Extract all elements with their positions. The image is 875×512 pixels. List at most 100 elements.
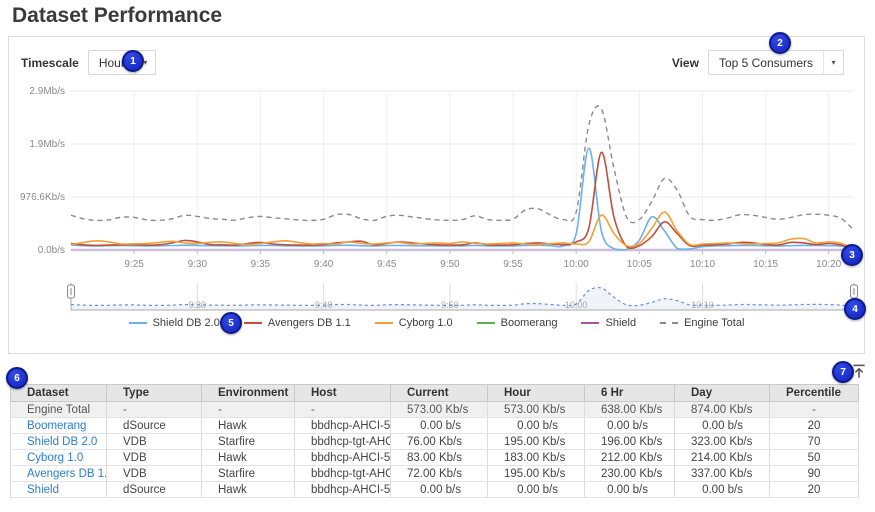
table-row: ShielddSourceHawkbbdhcp-AHCI-585...0.00 … (11, 482, 859, 498)
column-header-hour[interactable]: Hour (488, 385, 585, 402)
table-cell: 638.00 Kb/s (585, 402, 675, 418)
timescale-label: Timescale (21, 56, 79, 70)
table-row: Engine Total---573.00 Kb/s573.00 Kb/s638… (11, 402, 859, 418)
series-line-shield-db-2-0 (71, 148, 854, 250)
table-cell: bbdhcp-AHCI-585... (295, 482, 391, 498)
legend-swatch-boomerang (477, 322, 495, 324)
chevron-down-icon[interactable]: ▾ (823, 51, 843, 74)
table-cell: 50 (770, 450, 859, 466)
table-cell: Starfire (202, 466, 295, 482)
table-cell: dSource (107, 418, 202, 434)
table-cell: Shield DB 2.0 (11, 434, 107, 450)
dataset-link[interactable]: Cyborg 1.0 (27, 452, 83, 464)
table-cell: 196.00 Kb/s (585, 434, 675, 450)
table-cell: 195.00 Kb/s (488, 466, 585, 482)
table-cell: Cyborg 1.0 (11, 450, 107, 466)
legend-swatch-shield-db-2-0 (129, 322, 147, 324)
table-cell: 573.00 Kb/s (391, 402, 488, 418)
table-cell: 0.00 b/s (391, 418, 488, 434)
brush-handle-left[interactable] (68, 285, 75, 298)
table-cell: VDB (107, 466, 202, 482)
column-header-day[interactable]: Day (675, 385, 770, 402)
dataset-link[interactable]: Shield (27, 484, 59, 496)
legend-swatch-avengers-db-1-1 (244, 322, 262, 324)
table-cell: bbdhcp-AHCI-585... (295, 418, 391, 434)
table-cell: 0.00 b/s (675, 418, 770, 434)
legend-item-shield-db-2-0[interactable]: Shield DB 2.0 (129, 317, 220, 329)
x-axis-tick-label: 9:35 (251, 259, 271, 270)
legend-swatch-cyborg-1-0 (375, 322, 393, 324)
table-cell: - (295, 402, 391, 418)
table-cell: 337.00 Kb/s (675, 466, 770, 482)
legend-label: Shield (605, 317, 636, 329)
annotation-badge-7: 7 (832, 361, 854, 383)
legend-item-boomerang[interactable]: Boomerang (477, 317, 558, 329)
legend-swatch-shield (581, 322, 599, 324)
table-cell: 0.00 b/s (585, 418, 675, 434)
dataset-link[interactable]: Avengers DB 1.1 (27, 468, 107, 480)
column-header-host[interactable]: Host (295, 385, 391, 402)
table-cell: 0.00 b/s (391, 482, 488, 498)
table-cell: Boomerang (11, 418, 107, 434)
table-cell: VDB (107, 434, 202, 450)
x-axis-tick-label: 9:40 (314, 259, 334, 270)
view-dropdown[interactable]: Top 5 Consumers ▾ (708, 50, 844, 75)
dataset-link[interactable]: Shield DB 2.0 (27, 436, 97, 448)
table-cell: 20 (770, 418, 859, 434)
table-cell: Hawk (202, 418, 295, 434)
table-row: BoomerangdSourceHawkbbdhcp-AHCI-585...0.… (11, 418, 859, 434)
table-cell: 83.00 Kb/s (391, 450, 488, 466)
x-axis-tick-label: 10:00 (564, 259, 589, 270)
column-header-type[interactable]: Type (107, 385, 202, 402)
table-cell: 214.00 Kb/s (675, 450, 770, 466)
table-header: DatasetTypeEnvironmentHostCurrentHour6 H… (11, 385, 859, 402)
legend-label: Cyborg 1.0 (399, 317, 453, 329)
table-cell: - (202, 402, 295, 418)
legend-item-avengers-db-1-1[interactable]: Avengers DB 1.1 (244, 317, 351, 329)
column-header-current[interactable]: Current (391, 385, 488, 402)
annotation-badge-1: 1 (122, 50, 144, 72)
view-control: View Top 5 Consumers ▾ (672, 50, 844, 75)
y-axis-tick-label: 2.9Mb/s (29, 86, 65, 97)
dataset-link[interactable]: Boomerang (27, 420, 86, 432)
table-cell: 0.00 b/s (488, 418, 585, 434)
table-cell: 20 (770, 482, 859, 498)
annotation-badge-3: 3 (841, 244, 863, 266)
table-row: Cyborg 1.0VDBHawkbbdhcp-AHCI-585...83.00… (11, 450, 859, 466)
legend-item-engine-total[interactable]: Engine Total (660, 317, 744, 329)
series-line-avengers-db-1-1 (71, 152, 854, 248)
table-cell: 70 (770, 434, 859, 450)
column-header-environment[interactable]: Environment (202, 385, 295, 402)
view-label: View (672, 56, 699, 70)
table-cell: 0.00 b/s (585, 482, 675, 498)
column-header-percentile[interactable]: Percentile (770, 385, 859, 402)
overview-tick-label: 10:00 (565, 300, 588, 310)
x-axis-tick-label: 10:05 (627, 259, 652, 270)
page: Dataset Performance Timescale Hour ▾ Vie… (0, 0, 875, 512)
legend-label: Shield DB 2.0 (153, 317, 220, 329)
table-cell: 183.00 Kb/s (488, 450, 585, 466)
legend-swatch-engine-total (660, 322, 678, 324)
table-cell: Starfire (202, 434, 295, 450)
x-axis-tick-label: 9:25 (124, 259, 144, 270)
y-axis-tick-label: 1.9Mb/s (29, 139, 65, 150)
table-cell: 230.00 Kb/s (585, 466, 675, 482)
overview-brush-svg[interactable]: 9:309:409:5010:0010:10 (9, 280, 866, 316)
column-header-6-hr[interactable]: 6 Hr (585, 385, 675, 402)
x-axis-tick-label: 9:55 (503, 259, 523, 270)
view-selected-value: Top 5 Consumers (709, 56, 823, 70)
column-header-dataset[interactable]: Dataset (11, 385, 107, 402)
chart-panel: Timescale Hour ▾ View Top 5 Consumers ▾ … (8, 36, 865, 354)
x-axis-tick-label: 9:50 (440, 259, 460, 270)
table-cell: Avengers DB 1.1 (11, 466, 107, 482)
table-cell: 76.00 Kb/s (391, 434, 488, 450)
brush-handle-right[interactable] (851, 285, 858, 298)
legend-item-cyborg-1-0[interactable]: Cyborg 1.0 (375, 317, 453, 329)
chart-legend: Shield DB 2.0 Avengers DB 1.1 Cyborg 1.0 Bo… (9, 317, 864, 329)
x-axis-tick-label: 9:30 (188, 259, 208, 270)
legend-item-shield[interactable]: Shield (581, 317, 636, 329)
table-cell: bbdhcp-AHCI-585... (295, 450, 391, 466)
table-cell: Hawk (202, 450, 295, 466)
x-axis-tick-label: 10:15 (753, 259, 778, 270)
table-cell: Shield (11, 482, 107, 498)
